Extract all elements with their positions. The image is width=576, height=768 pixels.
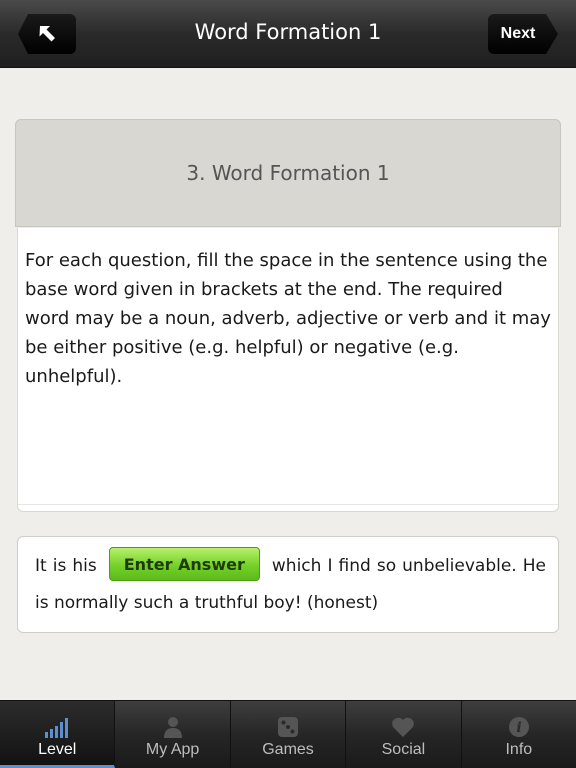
tab-social[interactable]: Social	[346, 701, 462, 768]
person-icon	[163, 714, 183, 738]
tab-label: Level	[38, 741, 77, 758]
tab-label: Games	[262, 741, 314, 758]
top-navigation-bar: Word Formation 1 Next	[0, 0, 576, 68]
heart-icon	[391, 714, 415, 738]
level-bars-icon	[45, 714, 69, 738]
instructions-text: For each question, fill the space in the…	[25, 250, 551, 387]
tab-label: Info	[505, 741, 533, 758]
section-header: 3. Word Formation 1	[15, 119, 561, 227]
tab-info[interactable]: i Info	[462, 701, 576, 768]
next-button[interactable]: Next	[488, 14, 558, 54]
enter-answer-button[interactable]: Enter Answer	[108, 547, 260, 581]
tab-label: My App	[145, 741, 200, 758]
info-icon: i	[508, 714, 530, 738]
instructions-panel: For each question, fill the space in the…	[17, 228, 559, 512]
tab-level[interactable]: Level	[0, 701, 116, 768]
dice-icon	[277, 714, 299, 738]
bottom-tab-bar: Level My App Games Social i Info	[0, 700, 576, 768]
tab-games[interactable]: Games	[231, 701, 347, 768]
section-title: 3. Word Formation 1	[186, 161, 390, 185]
question-text-before: It is his	[35, 556, 97, 576]
tab-label: Social	[381, 741, 426, 758]
question-card: It is his Enter Answer which I find so u…	[17, 536, 559, 633]
svg-text:i: i	[516, 720, 521, 736]
tab-my-app[interactable]: My App	[115, 701, 231, 768]
